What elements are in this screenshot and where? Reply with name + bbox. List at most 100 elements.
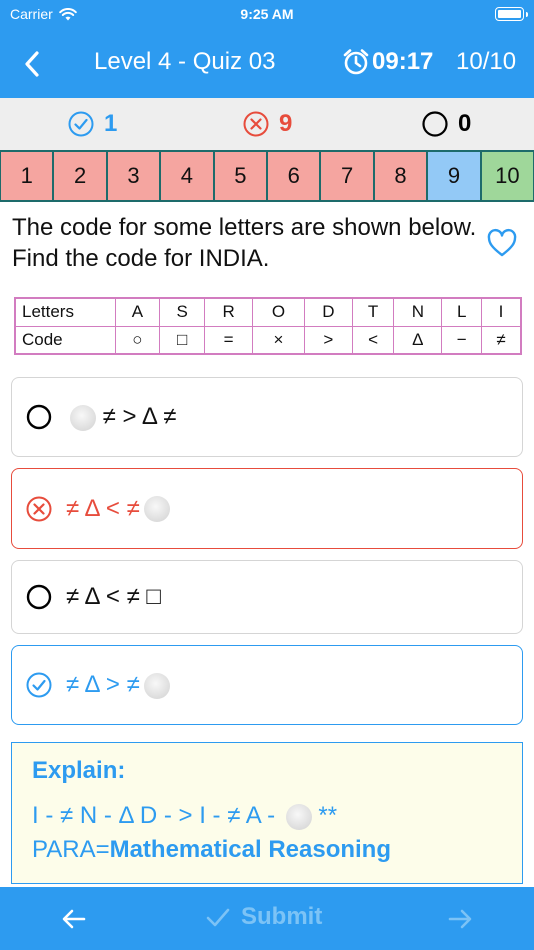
question-number-button[interactable]: 10 [480, 150, 534, 202]
code-cell: − [441, 325, 483, 355]
explanation-text: I - ≠ N - Δ D - > I - ≠ A - ** [32, 799, 522, 833]
question-number-label: 1 [20, 163, 33, 188]
option-text: ≠ Δ < ≠ [66, 495, 170, 523]
question-number-button[interactable]: 4 [160, 150, 214, 202]
radio-empty-icon [26, 584, 52, 610]
status-bar: Carrier 9:25 AM [0, 0, 534, 30]
question-number-button[interactable]: 2 [53, 150, 107, 202]
category-prefix: PARA= [32, 836, 110, 863]
question-number-label: 5 [234, 163, 247, 188]
explanation-category: PARA=Mathematical Reasoning [32, 833, 522, 867]
x-circle-icon [26, 496, 52, 521]
back-button[interactable] [16, 48, 48, 80]
skipped-count-value: 0 [458, 110, 472, 137]
x-circle-icon [243, 111, 269, 137]
timer-value: 09:17 [372, 48, 434, 75]
question-text: The code for some letters are shown belo… [12, 214, 477, 272]
letter-cell: O [252, 297, 305, 327]
previous-button[interactable] [60, 905, 88, 933]
code-cell: > [303, 325, 353, 355]
check-circle-icon [68, 111, 94, 137]
nav-bar: Level 4 - Quiz 03 09:17 10/10 [0, 30, 534, 98]
empty-circle-icon [422, 111, 448, 137]
option-text: ≠ > Δ ≠ [66, 403, 176, 431]
option-text: ≠ Δ < ≠ □ [66, 583, 161, 610]
option-a-label: ≠ > Δ ≠ [102, 403, 177, 430]
quiz-timer: 09:17 [342, 48, 433, 76]
letter-cell: I [481, 297, 522, 327]
question-number-button[interactable]: 6 [267, 150, 321, 202]
question-navigator: 1 2 3 4 5 6 7 8 9 10 [0, 150, 534, 202]
option-text: ≠ Δ > ≠ [66, 671, 170, 699]
letter-cell: D [303, 297, 353, 327]
option-b-label: ≠ Δ < ≠ [66, 494, 140, 522]
option-d-label: ≠ Δ > ≠ [66, 671, 140, 698]
question-number-button[interactable]: 3 [106, 150, 161, 202]
score-bar: 1 9 0 [0, 98, 534, 150]
category-value: Mathematical Reasoning [109, 836, 391, 863]
white-circle-icon [285, 803, 312, 830]
code-cell: < [351, 325, 395, 355]
code-cell: □ [159, 325, 206, 355]
code-cell: ≠ [481, 325, 522, 355]
question-progress: 10/10 [456, 48, 517, 75]
question-number-button[interactable]: 8 [373, 150, 428, 202]
skipped-count: 0 [422, 110, 471, 138]
question-number-label: 9 [447, 163, 461, 188]
radio-empty-icon [26, 404, 52, 430]
letter-cell: L [441, 297, 483, 327]
answer-option-a[interactable]: ≠ > Δ ≠ [11, 377, 523, 457]
answer-option-d[interactable]: ≠ Δ > ≠ [11, 645, 523, 725]
letters-row: Letters A S R O D T N L I [14, 297, 522, 327]
battery-icon [495, 7, 528, 21]
clock: 9:25 AM [240, 6, 294, 22]
check-circle-icon [26, 672, 52, 698]
code-cell: ○ [114, 325, 161, 355]
question-number-label: 6 [287, 163, 300, 188]
favorite-button[interactable] [486, 228, 518, 258]
code-cell: Δ [393, 325, 443, 355]
question-number-label: 10 [495, 163, 520, 188]
page-title: Level 4 - Quiz 03 [94, 48, 276, 75]
letter-cell: R [204, 297, 254, 327]
code-cell: × [252, 325, 305, 355]
question-number-label: 7 [341, 163, 354, 188]
wrong-count: 9 [243, 110, 292, 138]
next-button[interactable] [446, 905, 474, 933]
arrow-right-icon [448, 909, 472, 929]
explanation-panel: Explain: I - ≠ N - Δ D - > I - ≠ A - ** … [11, 742, 523, 884]
question-number-button[interactable]: 9 [427, 150, 481, 202]
submit-button[interactable]: Submit [205, 903, 322, 931]
answer-option-b[interactable]: ≠ Δ < ≠ [11, 468, 523, 549]
chevron-left-icon [25, 51, 39, 77]
submit-label: Submit [241, 903, 323, 930]
question-number-label: 4 [180, 163, 194, 188]
bottom-toolbar: Submit [0, 887, 534, 950]
alarm-clock-icon [343, 49, 369, 75]
letter-cell: A [114, 297, 161, 327]
correct-count-value: 1 [104, 110, 118, 137]
question-number-button[interactable]: 7 [320, 150, 374, 202]
wrong-count-value: 9 [279, 110, 293, 137]
code-header: Code [14, 325, 116, 355]
letters-header: Letters [14, 297, 116, 327]
explanation-title: Explain: [32, 757, 126, 784]
letter-cell: T [351, 297, 395, 327]
white-circle-icon [143, 672, 170, 699]
letter-cell: N [393, 297, 443, 327]
heart-icon [487, 228, 517, 257]
question-number-button[interactable]: 1 [0, 150, 54, 202]
correct-count: 1 [68, 110, 117, 138]
letter-cell: S [159, 297, 206, 327]
question-number-label: 8 [394, 163, 407, 188]
question-number-button[interactable]: 5 [213, 150, 268, 202]
arrow-left-icon [62, 909, 86, 929]
checkmark-icon [206, 908, 230, 927]
letter-code-table: Letters A S R O D T N L I Code ○ □ = × >… [14, 297, 522, 355]
white-circle-icon [70, 404, 96, 431]
explanation-mapping: I - ≠ N - Δ D - > I - ≠ A - [32, 802, 276, 829]
question-number-label: 3 [127, 163, 140, 188]
answer-option-c[interactable]: ≠ Δ < ≠ □ [11, 560, 523, 634]
question-number-label: 2 [73, 163, 87, 188]
white-circle-icon [143, 496, 170, 523]
